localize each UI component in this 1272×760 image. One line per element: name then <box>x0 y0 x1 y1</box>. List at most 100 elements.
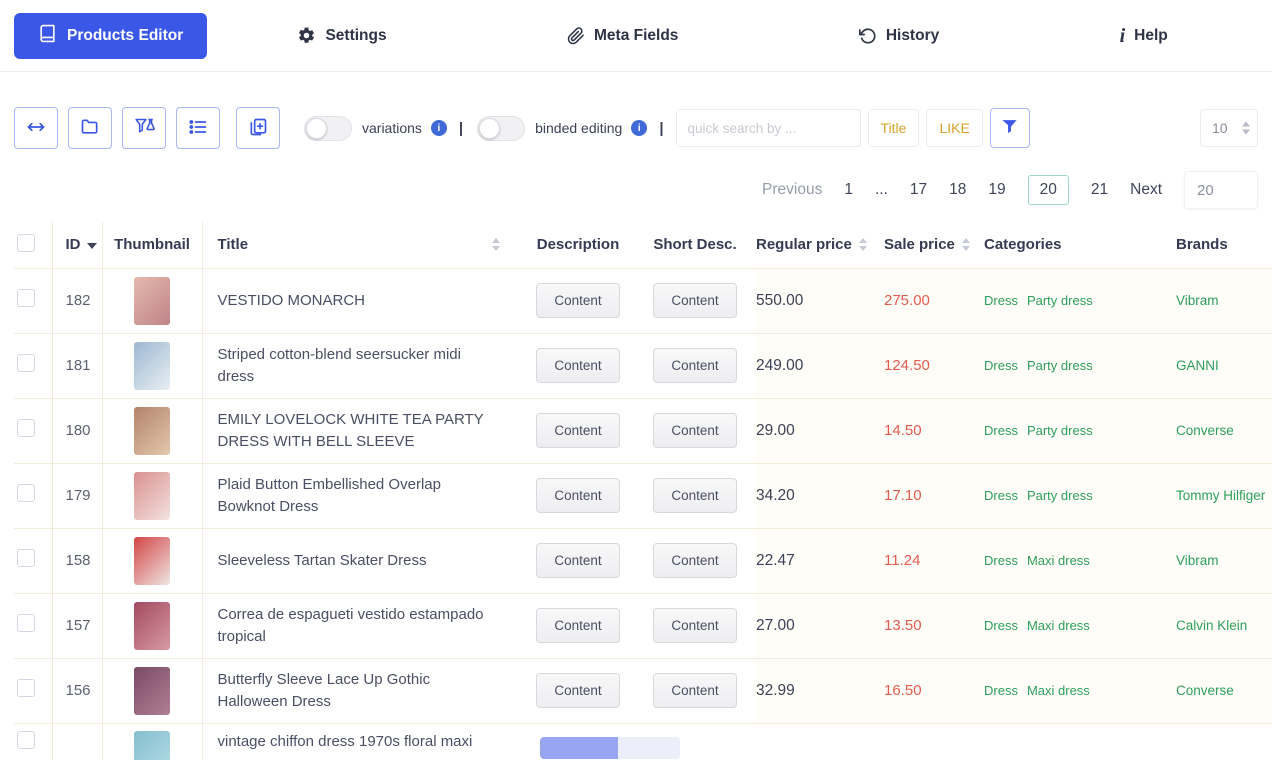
sale-price-value[interactable]: 13.50 <box>884 617 922 634</box>
category-link[interactable]: Dress <box>984 618 1018 633</box>
files-button[interactable] <box>68 107 112 149</box>
sale-price-value[interactable]: 275.00 <box>884 292 930 309</box>
regular-price-value[interactable]: 27.00 <box>756 617 795 634</box>
brand-link[interactable]: Vibram <box>1176 553 1219 568</box>
category-link[interactable]: Dress <box>984 553 1018 568</box>
header-id[interactable]: ID <box>66 236 81 253</box>
category-link[interactable]: Party dress <box>1027 293 1093 308</box>
brand-link[interactable]: Converse <box>1176 423 1234 438</box>
product-title[interactable]: Sleeveless Tartan Skater Dress <box>218 552 427 569</box>
category-link[interactable]: Dress <box>984 423 1018 438</box>
filter-presets-button[interactable] <box>122 107 166 149</box>
product-title[interactable]: Correa de espagueti vestido estampado tr… <box>218 606 484 645</box>
product-thumbnail[interactable] <box>134 601 170 650</box>
sale-price-value[interactable]: 124.50 <box>884 357 930 374</box>
regular-price-value[interactable]: 32.99 <box>756 682 795 699</box>
description-content-button[interactable]: Content <box>536 348 620 383</box>
regular-price-value[interactable]: 29.00 <box>756 422 795 439</box>
header-regular-price[interactable]: Regular price <box>756 236 852 253</box>
header-sale-price[interactable]: Sale price <box>884 236 955 253</box>
create-product-button[interactable] <box>236 107 280 149</box>
sort-icon[interactable] <box>858 238 867 252</box>
product-thumbnail[interactable] <box>134 276 170 325</box>
row-checkbox[interactable] <box>17 289 35 307</box>
tab-help[interactable]: i Help <box>1120 26 1168 46</box>
sort-icon[interactable] <box>961 238 970 252</box>
info-circle-icon[interactable]: i <box>631 120 648 136</box>
product-title[interactable]: VESTIDO MONARCH <box>218 292 366 309</box>
description-content-button[interactable]: Content <box>536 673 620 708</box>
category-link[interactable]: Dress <box>984 683 1018 698</box>
short-description-content-button[interactable]: Content <box>653 348 737 383</box>
category-link[interactable]: Dress <box>984 488 1018 503</box>
product-thumbnail[interactable] <box>134 471 170 520</box>
short-description-content-button[interactable]: Content <box>653 283 737 318</box>
product-thumbnail[interactable] <box>134 666 170 715</box>
brand-link[interactable]: Calvin Klein <box>1176 618 1247 633</box>
partial-thumbnail[interactable] <box>134 730 170 760</box>
info-circle-icon[interactable]: i <box>430 120 447 136</box>
columns-list-button[interactable] <box>176 107 220 149</box>
description-content-button[interactable]: Content <box>536 608 620 643</box>
category-link[interactable]: Dress <box>984 293 1018 308</box>
search-operator-select[interactable]: LIKE <box>926 109 983 147</box>
page-size-select[interactable]: 10 <box>1200 109 1258 147</box>
quick-search-input[interactable] <box>675 109 861 147</box>
category-link[interactable]: Party dress <box>1027 488 1093 503</box>
product-thumbnail[interactable] <box>134 341 170 390</box>
sale-price-value[interactable]: 14.50 <box>884 422 922 439</box>
brand-link[interactable]: Tommy Hilfiger <box>1176 488 1265 503</box>
sort-desc-icon[interactable] <box>86 243 97 250</box>
regular-price-value[interactable]: 22.47 <box>756 552 795 569</box>
pagination-page[interactable]: 17 <box>910 181 927 199</box>
row-checkbox[interactable] <box>17 614 35 632</box>
regular-price-value[interactable]: 249.00 <box>756 357 803 374</box>
description-content-button[interactable]: Content <box>536 543 620 578</box>
category-link[interactable]: Maxi dress <box>1027 618 1090 633</box>
short-description-content-button[interactable]: Content <box>653 478 737 513</box>
regular-price-value[interactable]: 34.20 <box>756 487 795 504</box>
row-checkbox[interactable] <box>17 354 35 372</box>
regular-price-value[interactable]: 550.00 <box>756 292 803 309</box>
category-link[interactable]: Dress <box>984 358 1018 373</box>
pagination-previous[interactable]: Previous <box>762 181 822 199</box>
pagination-next[interactable]: Next <box>1130 181 1162 199</box>
row-checkbox[interactable] <box>17 549 35 567</box>
product-title[interactable]: Plaid Button Embellished Overlap Bowknot… <box>218 476 441 515</box>
header-title[interactable]: Title <box>218 236 249 253</box>
apply-filter-button[interactable] <box>989 108 1030 148</box>
brand-link[interactable]: GANNI <box>1176 358 1219 373</box>
category-link[interactable]: Party dress <box>1027 423 1093 438</box>
pagination-page[interactable]: 21 <box>1091 181 1108 199</box>
row-checkbox[interactable] <box>17 484 35 502</box>
category-link[interactable]: Party dress <box>1027 358 1093 373</box>
pagination-page[interactable]: 1 <box>844 181 853 199</box>
description-content-button[interactable]: Content <box>536 283 620 318</box>
pagination-page[interactable]: 18 <box>949 181 966 199</box>
tab-settings[interactable]: Settings <box>297 26 387 45</box>
pagination-current-page[interactable]: 20 <box>1027 175 1069 205</box>
select-all-checkbox[interactable] <box>17 233 35 252</box>
brand-link[interactable]: Vibram <box>1176 293 1219 308</box>
description-content-button[interactable]: Content <box>536 413 620 448</box>
product-title[interactable]: Striped cotton-blend seersucker midi dre… <box>218 346 461 385</box>
variations-toggle[interactable] <box>304 115 352 141</box>
tab-meta-fields[interactable]: Meta Fields <box>567 27 678 45</box>
page-number-input[interactable]: 20 <box>1184 171 1258 209</box>
product-thumbnail[interactable] <box>134 536 170 585</box>
sale-price-value[interactable]: 17.10 <box>884 487 922 504</box>
row-checkbox[interactable] <box>17 419 35 437</box>
row-checkbox[interactable] <box>17 679 35 697</box>
description-content-button[interactable]: Content <box>536 478 620 513</box>
sort-icon[interactable] <box>492 238 500 252</box>
row-checkbox[interactable] <box>17 730 35 749</box>
tab-history[interactable]: History <box>858 27 939 45</box>
product-thumbnail[interactable] <box>134 406 170 455</box>
pagination-page[interactable]: 19 <box>988 181 1005 199</box>
product-title[interactable]: Butterfly Sleeve Lace Up Gothic Hallowee… <box>218 671 431 710</box>
category-link[interactable]: Maxi dress <box>1027 553 1090 568</box>
product-title[interactable]: vintage chiffon dress 1970s floral maxi <box>218 733 473 750</box>
short-description-content-button[interactable]: Content <box>653 608 737 643</box>
column-width-button[interactable] <box>14 107 58 149</box>
search-field-select[interactable]: Title <box>867 109 920 147</box>
